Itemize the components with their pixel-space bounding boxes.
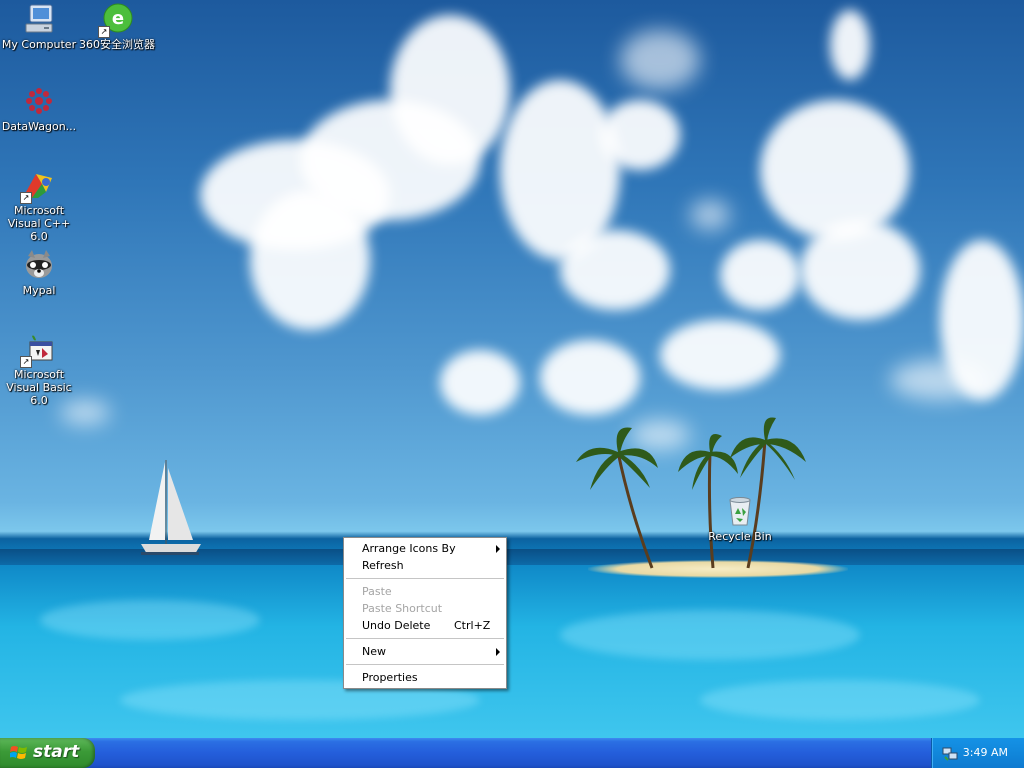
menu-item-refresh[interactable]: Refresh bbox=[344, 557, 506, 574]
360-browser-icon: e ↗ bbox=[98, 2, 134, 38]
submenu-arrow-icon bbox=[496, 648, 500, 656]
icon-label: 360安全浏览器 bbox=[79, 38, 155, 51]
mypal-icon bbox=[22, 248, 56, 282]
menu-item-label: Properties bbox=[362, 671, 418, 684]
menu-item-paste: Paste bbox=[344, 583, 506, 600]
menu-item-label: Paste bbox=[362, 585, 392, 598]
menu-item-label: Arrange Icons By bbox=[362, 542, 456, 555]
menu-item-label: New bbox=[362, 645, 386, 658]
start-button[interactable]: start bbox=[0, 738, 95, 768]
desktop-background[interactable]: My Computer e ↗ 360安全浏览器 DataWagon... ↗ … bbox=[0, 0, 1024, 738]
recycle-bin-icon bbox=[723, 494, 757, 528]
menu-separator bbox=[346, 638, 504, 639]
desktop-icon-visual-cpp[interactable]: ↗ Microsoft Visual C++ 6.0 bbox=[0, 168, 79, 243]
menu-item-label: Refresh bbox=[362, 559, 404, 572]
icon-label: Mypal bbox=[22, 284, 56, 297]
palm-trees-illustration bbox=[576, 417, 806, 569]
menu-item-label: Undo Delete bbox=[362, 619, 431, 632]
shortcut-arrow-icon: ↗ bbox=[98, 26, 110, 38]
sailboat-illustration bbox=[141, 460, 201, 555]
desktop-icon-my-computer[interactable]: My Computer bbox=[0, 2, 79, 51]
menu-item-arrange-icons-by[interactable]: Arrange Icons By bbox=[344, 540, 506, 557]
submenu-arrow-icon bbox=[496, 545, 500, 553]
my-computer-icon bbox=[22, 2, 56, 36]
visual-cpp-icon: ↗ bbox=[20, 168, 56, 204]
shortcut-arrow-icon: ↗ bbox=[20, 192, 32, 204]
visual-basic-icon: ↗ bbox=[20, 332, 56, 368]
menu-separator bbox=[346, 664, 504, 665]
menu-item-paste-shortcut: Paste Shortcut bbox=[344, 600, 506, 617]
menu-separator bbox=[346, 578, 504, 579]
start-label: start bbox=[33, 742, 80, 762]
clock[interactable]: 3:49 AM bbox=[963, 746, 1008, 759]
menu-item-properties[interactable]: Properties bbox=[344, 669, 506, 686]
shortcut-arrow-icon: ↗ bbox=[20, 356, 32, 368]
menu-item-label: Paste Shortcut bbox=[362, 602, 443, 615]
desktop-icon-mypal[interactable]: Mypal bbox=[0, 248, 79, 297]
windows-flag-icon bbox=[9, 745, 28, 761]
system-tray: 3:49 AM bbox=[931, 738, 1024, 768]
datawagon-icon bbox=[22, 84, 56, 118]
icon-label: Microsoft Visual C++ 6.0 bbox=[7, 204, 71, 243]
svg-text:e: e bbox=[112, 8, 124, 29]
desktop-icon-360-browser[interactable]: e ↗ 360安全浏览器 bbox=[77, 2, 157, 51]
desktop-icon-recycle-bin[interactable]: Recycle Bin bbox=[700, 494, 780, 543]
menu-item-new[interactable]: New bbox=[344, 643, 506, 660]
icon-label: Microsoft Visual Basic 6.0 bbox=[6, 368, 72, 407]
taskbar[interactable]: start 3:49 AM bbox=[0, 738, 1024, 768]
desktop-icon-datawagon[interactable]: DataWagon... bbox=[0, 84, 79, 133]
menu-item-shortcut: Ctrl+Z bbox=[454, 619, 491, 632]
desktop-context-menu: Arrange Icons By Refresh Paste Paste Sho… bbox=[343, 537, 507, 689]
network-tray-icon[interactable] bbox=[942, 745, 958, 761]
menu-item-undo-delete[interactable]: Undo Delete Ctrl+Z bbox=[344, 617, 506, 634]
desktop-icon-visual-basic[interactable]: ↗ Microsoft Visual Basic 6.0 bbox=[0, 332, 79, 407]
icon-label: DataWagon... bbox=[1, 120, 77, 133]
icon-label: My Computer bbox=[1, 38, 77, 51]
icon-label: Recycle Bin bbox=[708, 530, 772, 543]
